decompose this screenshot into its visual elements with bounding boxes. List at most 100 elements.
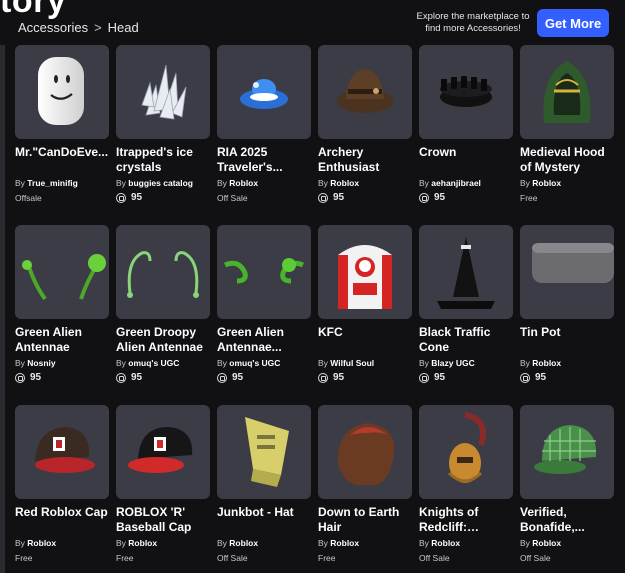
item-card[interactable]: KFC By Wilful Soul 95: [318, 225, 412, 405]
item-name[interactable]: Tin Pot: [520, 325, 614, 355]
junkbot-hat-icon: [245, 417, 289, 487]
item-card[interactable]: Archery Enthusiast By Roblox 95: [318, 45, 412, 225]
creator-link[interactable]: Roblox: [229, 178, 258, 188]
item-card[interactable]: Knights of Redcliff: Paladi... By Roblox…: [419, 405, 513, 573]
item-name[interactable]: Crown: [419, 145, 513, 175]
item-price: 95: [419, 191, 513, 204]
get-more-button[interactable]: Get More: [537, 9, 609, 37]
item-thumbnail[interactable]: [15, 225, 109, 319]
creator-link[interactable]: aehanjibrael: [431, 178, 481, 188]
creator-link[interactable]: Blazy UGC: [431, 358, 474, 368]
item-thumbnail[interactable]: [116, 405, 210, 499]
item-name[interactable]: ROBLOX 'R' Baseball Cap: [116, 505, 210, 535]
robux-icon: [116, 372, 126, 383]
item-price: 95: [520, 371, 614, 384]
curled-antennae-icon: [224, 258, 304, 284]
creator-link[interactable]: omuq's UGC: [229, 358, 280, 368]
item-thumbnail[interactable]: [419, 45, 513, 139]
item-card[interactable]: ROBLOX 'R' Baseball Cap By Roblox Free: [116, 405, 210, 573]
item-card[interactable]: Crown By aehanjibrael 95: [419, 45, 513, 225]
item-name[interactable]: Black Traffic Cone: [419, 325, 513, 355]
item-card[interactable]: Tin Pot By Roblox 95: [520, 225, 614, 405]
item-thumbnail[interactable]: [217, 225, 311, 319]
item-creator: By Roblox: [419, 538, 461, 548]
item-status: Off Sale: [520, 552, 551, 563]
item-creator: By Nosniy: [15, 358, 56, 368]
item-card[interactable]: Mr."CanDoEve... By True_minifig Offsale: [15, 45, 109, 225]
creator-link[interactable]: Wilful Soul: [330, 358, 374, 368]
item-name[interactable]: Green Alien Antennae...: [217, 325, 311, 355]
creator-link[interactable]: Roblox: [532, 178, 561, 188]
item-name[interactable]: Itrapped's ice crystals: [116, 145, 210, 175]
item-card[interactable]: Junkbot - Hat By Roblox Off Sale: [217, 405, 311, 573]
item-name[interactable]: Down to Earth Hair: [318, 505, 412, 535]
item-name[interactable]: Junkbot - Hat: [217, 505, 311, 535]
item-card[interactable]: Green Alien Antennae... By omuq's UGC 95: [217, 225, 311, 405]
green-hood-icon: [543, 61, 591, 123]
blue-hat-icon: [240, 79, 288, 109]
creator-link[interactable]: Nosniy: [27, 358, 55, 368]
item-creator: By omuq's UGC: [217, 358, 281, 368]
item-thumbnail[interactable]: [520, 45, 614, 139]
creator-link[interactable]: omuq's UGC: [128, 358, 179, 368]
item-name[interactable]: Knights of Redcliff: Paladi...: [419, 505, 513, 535]
robux-icon: [419, 192, 429, 203]
item-card[interactable]: Black Traffic Cone By Blazy UGC 95: [419, 225, 513, 405]
item-status: Offsale: [15, 192, 42, 203]
item-price: 95: [318, 371, 412, 384]
item-thumbnail[interactable]: [520, 405, 614, 499]
item-thumbnail[interactable]: [318, 405, 412, 499]
item-thumbnail[interactable]: [318, 225, 412, 319]
item-name[interactable]: Verified, Bonafide,...: [520, 505, 614, 535]
creator-link[interactable]: Roblox: [128, 538, 157, 548]
item-card[interactable]: RIA 2025 Traveler's... By Roblox Off Sal…: [217, 45, 311, 225]
item-thumbnail[interactable]: [217, 45, 311, 139]
creator-link[interactable]: Roblox: [27, 538, 56, 548]
item-thumbnail[interactable]: [15, 405, 109, 499]
item-card[interactable]: Green Droopy Alien Antennae By omuq's UG…: [116, 225, 210, 405]
item-name[interactable]: Green Droopy Alien Antennae: [116, 325, 210, 355]
item-creator: By Roblox: [116, 538, 158, 548]
item-name[interactable]: RIA 2025 Traveler's...: [217, 145, 311, 175]
item-card[interactable]: Red Roblox Cap By Roblox Free: [15, 405, 109, 573]
robux-icon: [15, 372, 25, 383]
creator-link[interactable]: Roblox: [532, 358, 561, 368]
item-thumbnail[interactable]: [419, 405, 513, 499]
item-name[interactable]: Mr."CanDoEve...: [15, 145, 109, 175]
creator-link[interactable]: Roblox: [532, 538, 561, 548]
item-card[interactable]: Itrapped's ice crystals By buggies catal…: [116, 45, 210, 225]
item-card[interactable]: Verified, Bonafide,... By Roblox Off Sal…: [520, 405, 614, 573]
item-thumbnail[interactable]: [419, 225, 513, 319]
item-name[interactable]: Red Roblox Cap: [15, 505, 109, 535]
item-thumbnail[interactable]: [15, 45, 109, 139]
item-name[interactable]: Archery Enthusiast: [318, 145, 412, 175]
item-creator: By Roblox: [318, 538, 360, 548]
robux-icon: [217, 372, 227, 383]
item-creator: By Roblox: [520, 178, 562, 188]
item-name[interactable]: Green Alien Antennae: [15, 325, 109, 355]
item-thumbnail[interactable]: [520, 225, 614, 319]
breadcrumb-parent[interactable]: Accessories: [18, 20, 88, 35]
item-thumbnail[interactable]: [217, 405, 311, 499]
item-creator: By Blazy UGC: [419, 358, 475, 368]
page-title: tory: [0, 0, 67, 20]
item-thumbnail[interactable]: [116, 45, 210, 139]
creator-link[interactable]: Roblox: [330, 538, 359, 548]
red-cap-icon: [35, 427, 95, 473]
item-creator: By Roblox: [318, 178, 360, 188]
item-name[interactable]: Medieval Hood of Mystery: [520, 145, 614, 175]
creator-link[interactable]: True_minifig: [27, 178, 78, 188]
creator-link[interactable]: Roblox: [431, 538, 460, 548]
creator-link[interactable]: buggies catalog: [128, 178, 193, 188]
item-thumbnail[interactable]: [318, 45, 412, 139]
item-price: 95: [15, 371, 109, 384]
item-thumbnail[interactable]: [116, 225, 210, 319]
creator-link[interactable]: Roblox: [330, 178, 359, 188]
item-card[interactable]: Down to Earth Hair By Roblox Free: [318, 405, 412, 573]
item-card[interactable]: Green Alien Antennae By Nosniy 95: [15, 225, 109, 405]
item-creator: By aehanjibrael: [419, 178, 481, 188]
creator-link[interactable]: Roblox: [229, 538, 258, 548]
item-name[interactable]: KFC: [318, 325, 412, 355]
item-card[interactable]: Medieval Hood of Mystery By Roblox Free: [520, 45, 614, 225]
item-status: Free: [116, 552, 134, 563]
